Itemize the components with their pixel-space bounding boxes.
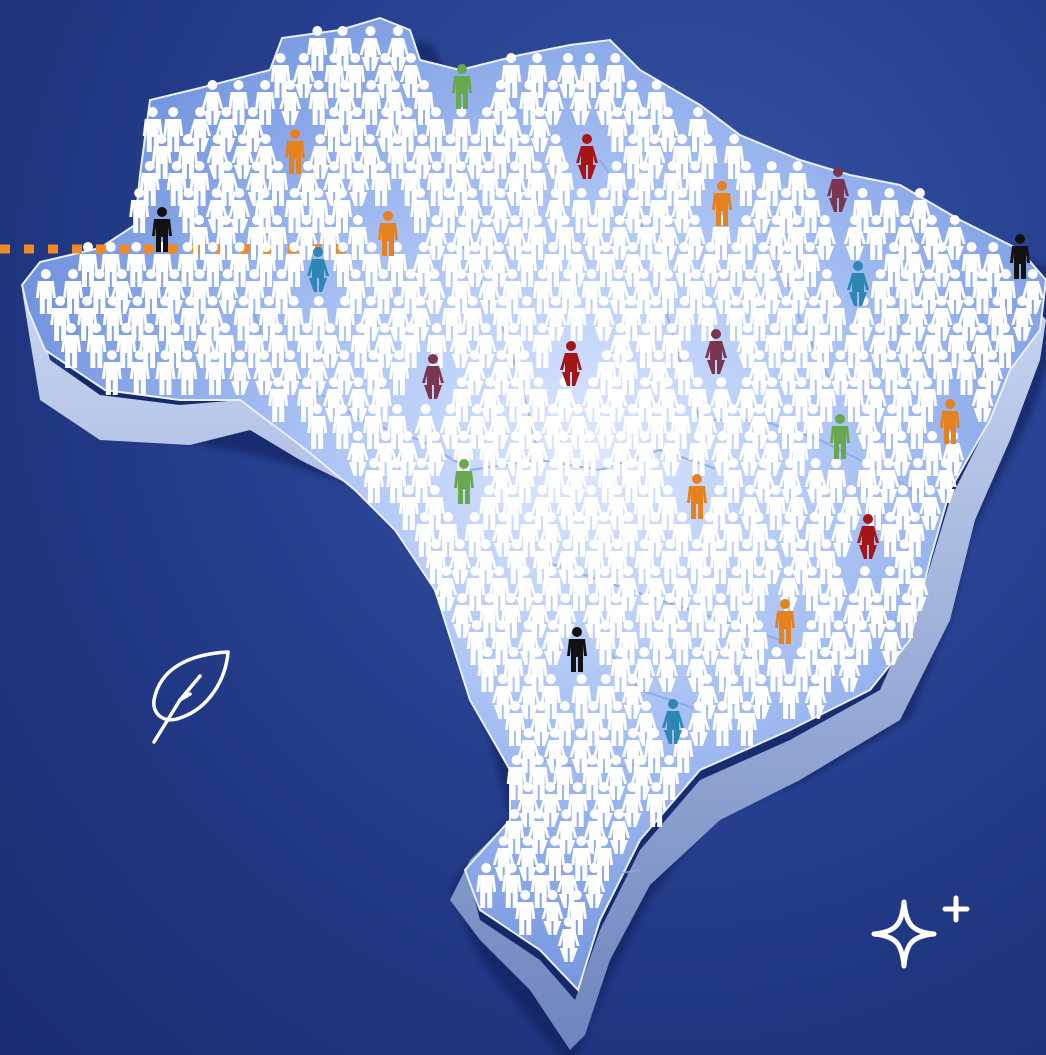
map-scene — [0, 0, 1046, 1055]
leaf-icon — [152, 650, 230, 744]
sparkle-icon — [871, 895, 970, 969]
brazil-map — [0, 16, 1046, 1055]
